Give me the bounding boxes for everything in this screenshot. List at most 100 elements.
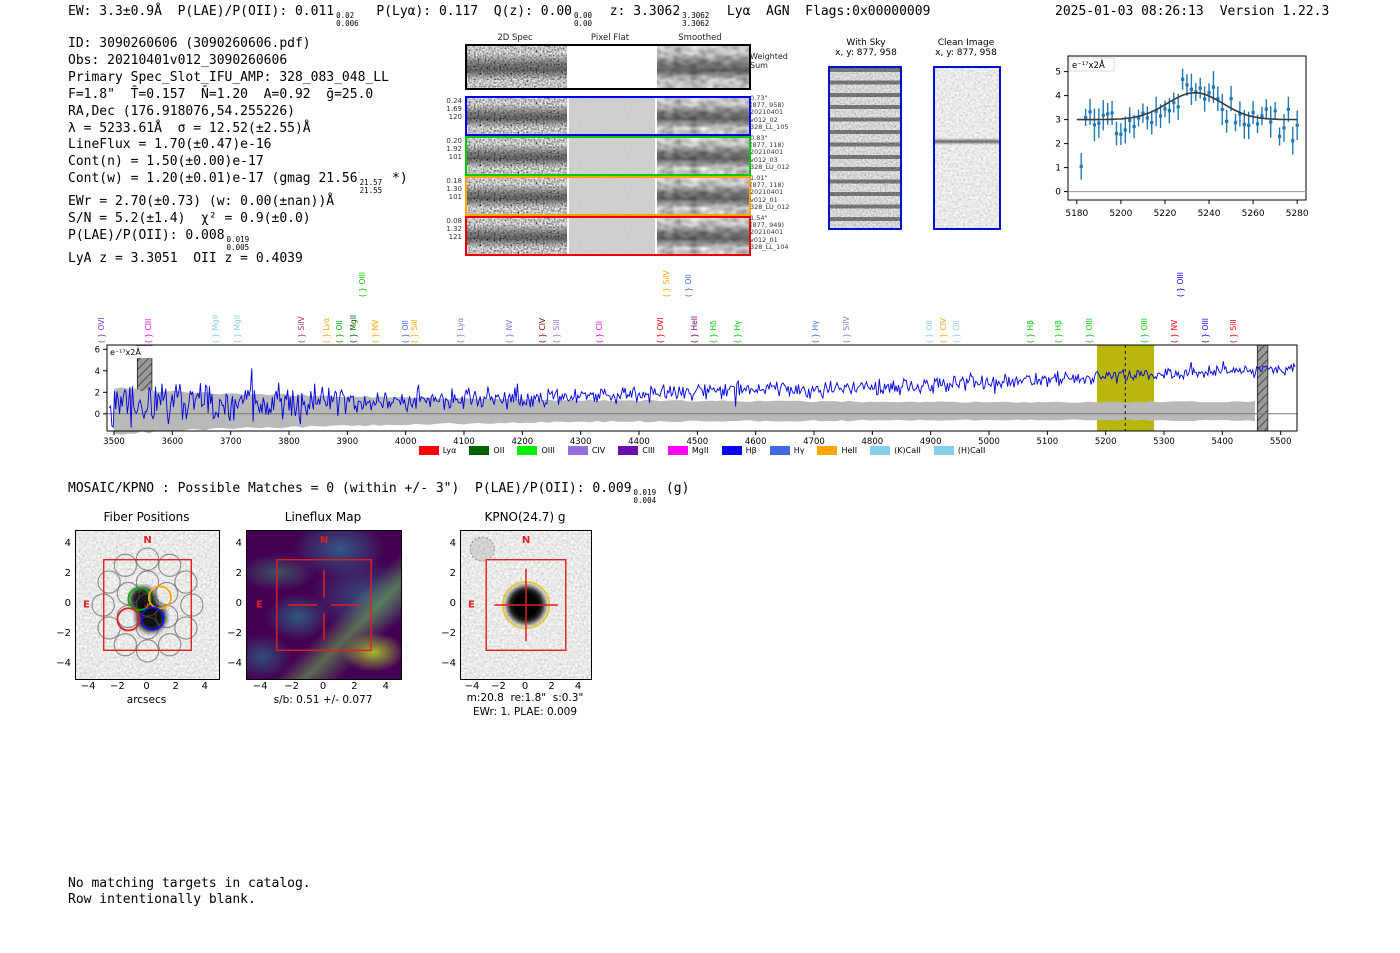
svg-text:5280: 5280 (1286, 209, 1309, 219)
svg-text:4100: 4100 (453, 437, 475, 445)
emission-line-label: ( } OIII (1139, 317, 1149, 343)
emission-line-label: ( } CIII (143, 318, 153, 343)
timestamp: 2025-01-03 08:26:13 (1055, 4, 1204, 19)
weighted-sum-label: Weighted Sum (750, 52, 788, 70)
smoothed-cell (657, 46, 749, 88)
emission-line-label: ( } Hγ (733, 320, 743, 343)
emission-line-label: ( } OII (924, 320, 934, 343)
clean-image-noise (935, 68, 999, 228)
legend-item: MgII (667, 446, 709, 455)
compass-north-label: N (319, 535, 329, 546)
x-tick-label: 0 (143, 681, 150, 692)
x-tick-label: −2 (491, 681, 506, 692)
with-sky-coords: x, y: 877, 958 (835, 48, 897, 58)
svg-text:5240: 5240 (1198, 209, 1221, 219)
clean-image (933, 66, 1001, 230)
compass-north-label: N (143, 535, 152, 546)
y-tick-label: −2 (227, 628, 242, 640)
emission-line-label: ( } Lyα (322, 317, 332, 343)
lineflux-map-overlay (276, 558, 372, 652)
emission-line-label: ( } Hβ (1025, 320, 1035, 343)
y-tick-label: 2 (449, 567, 456, 579)
signal-band (657, 46, 749, 88)
legend-swatch (769, 446, 790, 455)
svg-text:4200: 4200 (512, 437, 534, 445)
legend-swatch (567, 446, 588, 455)
emission-line-label: ( } NV (370, 319, 380, 343)
svg-text:4: 4 (95, 367, 100, 377)
svg-text:0: 0 (95, 410, 100, 420)
emission-line-label: ( } OII (683, 274, 693, 297)
clean-image-coords: x, y: 877, 958 (935, 48, 997, 58)
svg-text:1: 1 (1055, 164, 1061, 174)
pixelflat-cell (569, 138, 655, 174)
x-tick-label: 0 (521, 681, 529, 692)
fiber-row-left-labels: 0.18 1.30 101 (446, 177, 462, 201)
svg-text:e⁻¹⁷x2Å: e⁻¹⁷x2Å (1072, 59, 1105, 71)
emission-line-label: ( } SiIV (662, 270, 672, 297)
info-line: Primary Spec_Slot_IFU_AMP: 328_083_048_L… (68, 69, 389, 85)
compass-north-label: N (521, 535, 531, 546)
elixer-detection-report: EW: 3.3±0.9Å P(LAE)/P(OII): 0.011 0.02 0.0… (0, 0, 1400, 953)
legend-item: OIII (517, 446, 555, 455)
emission-line-label: ( } CII (594, 320, 604, 343)
cutout-noise (569, 218, 655, 254)
smoothed-cell (657, 178, 749, 214)
legend-item: OII (469, 446, 504, 455)
lineflux-map-title: Lineflux Map (284, 510, 362, 524)
pixelflat-cell (569, 46, 655, 88)
with-sky-image (828, 66, 902, 230)
pixelflat-cell (569, 98, 655, 134)
fiber-row-annotations: 0.73" (877, 958) 20210401 v012_02 328_LL… (750, 94, 789, 131)
info-line: F=1.8" T̄=0.157 N̄=1.20 A=0.92 ḡ=25.0 (68, 86, 374, 102)
svg-text:4300: 4300 (570, 437, 592, 445)
uncertainty-range: 0.02 0.006 (336, 11, 359, 28)
emission-line-label-layer: ( } OVI ( } CIII ( } MgII ( } MgII ( } SiIV (… (87, 266, 1300, 345)
svg-text:5300: 5300 (1153, 437, 1175, 445)
y-tick-label: −2 (56, 628, 71, 640)
legend-label: OIII (541, 446, 555, 455)
info-line: Obs: 20210401v012_3090260606 (68, 52, 288, 68)
lineflux-map-image: N E (246, 530, 402, 680)
svg-text:4500: 4500 (687, 437, 709, 445)
weighted-sum-text: Weighted (750, 52, 788, 61)
legend-item: CIV (567, 446, 605, 455)
fiber-row-left-labels: 0.24 1.69 120 (446, 97, 462, 121)
summary-header-line: EW: 3.3±0.9Å P(LAE)/P(OII): 0.011 0.02 0.0… (68, 4, 931, 28)
signal-band (467, 46, 567, 88)
legend-label: MgII (691, 446, 709, 455)
svg-text:5000: 5000 (978, 437, 1000, 445)
pixelflat-cell (569, 178, 655, 214)
info-line: LineFlux = 1.70(±0.47)e-16 (68, 137, 272, 153)
cutout-noise (569, 178, 655, 214)
svg-text:3: 3 (1055, 116, 1061, 126)
svg-text:6: 6 (95, 345, 100, 355)
x-tick-label: −4 (80, 681, 96, 692)
kpno-caption-1: m:20.8 re:1.8" s:0.3" (466, 692, 584, 704)
signal-band (657, 138, 749, 174)
x-tick-label: 2 (351, 681, 358, 692)
emission-line-label: ( } SiIV (297, 316, 306, 343)
y-tick-label: 0 (235, 598, 242, 609)
emission-line-label: ( } OVI (96, 317, 106, 343)
info-line: P(LAE)/P(OII): 0.008 0.019 0.005 (68, 228, 250, 252)
svg-text:4800: 4800 (862, 437, 884, 445)
svg-text:3900: 3900 (337, 437, 359, 445)
emission-line-label: ( } OIII (1085, 317, 1095, 343)
spec2d-cell (467, 98, 567, 134)
spec2d-cell (467, 178, 567, 214)
y-tick-label: −2 (441, 628, 456, 640)
text-line: No matching targets in catalog. (68, 876, 311, 891)
fiber-positions-title: Fiber Positions (103, 510, 190, 524)
emission-line-label: ( } Hγ (810, 320, 820, 343)
y-tick-label: 4 (449, 537, 456, 549)
x-tick-label: 4 (382, 681, 390, 692)
emission-line-label: ( } NV (1169, 319, 1179, 343)
fiber-row-left-labels: 0.08 1.32 121 (446, 217, 462, 241)
spec2d-cell (467, 138, 567, 174)
emission-line-label: ( } Lyα (455, 317, 465, 343)
y-tick-label: −4 (227, 658, 242, 670)
y-tick-label: 0 (449, 598, 456, 609)
with-sky-title: With Sky (846, 38, 886, 48)
emission-line-label: ( } HeII (690, 315, 700, 343)
